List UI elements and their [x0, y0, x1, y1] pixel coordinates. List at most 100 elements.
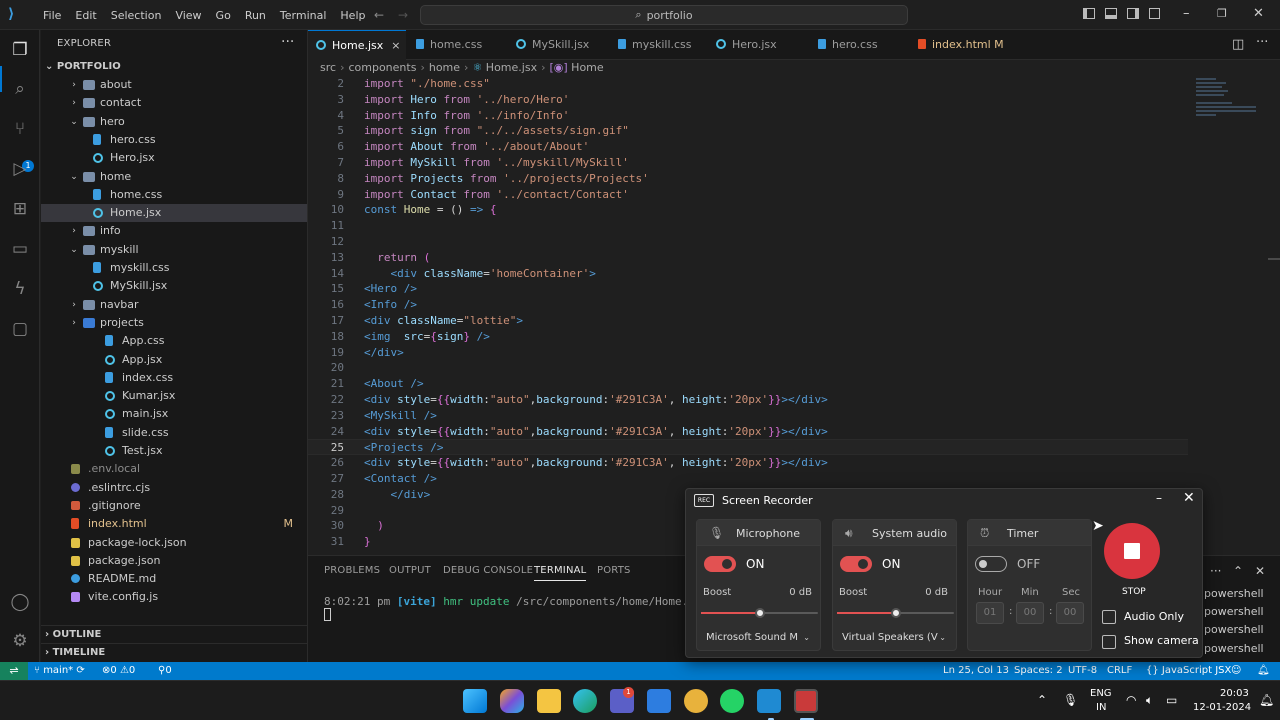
code-line[interactable]: 6 import About from '../about/About'	[308, 139, 1188, 155]
tab-hero-jsx[interactable]: Hero.jsx	[708, 30, 808, 60]
code-line[interactable]: 5 import sign from "../../assets/sign.gif…	[308, 123, 1188, 139]
arrow-right-icon[interactable]: →	[398, 8, 408, 22]
minimize-window-icon[interactable]: –	[1183, 6, 1190, 21]
show-camera-checkbox[interactable]	[1102, 635, 1116, 649]
tree-item[interactable]: ⌄ hero	[41, 113, 307, 131]
cursor-position[interactable]: Ln 25, Col 13	[943, 665, 1009, 676]
menu-help[interactable]: Help	[333, 9, 372, 22]
clock-time[interactable]: 20:03	[1220, 688, 1249, 699]
tree-item[interactable]: .gitignore	[41, 497, 307, 515]
copilot-status-icon[interactable]: ☺	[1231, 665, 1241, 676]
tree-item[interactable]: index.html M	[41, 515, 307, 533]
tree-item[interactable]: package-lock.json	[41, 534, 307, 552]
tree-item[interactable]: › projects	[41, 314, 307, 332]
indentation[interactable]: Spaces: 2	[1014, 665, 1063, 676]
close-icon[interactable]: ×	[391, 39, 400, 52]
code-line[interactable]: 14 <div className='homeContainer'>	[308, 266, 1188, 282]
code-editor[interactable]: 2 import "./home.css" 3 import Hero from '.…	[308, 76, 1280, 554]
manage-gear-icon[interactable]: ⚙	[9, 630, 31, 652]
code-line[interactable]: 27 <Contact />	[308, 471, 1188, 487]
battery-icon[interactable]: ▭	[1166, 693, 1177, 707]
tree-item[interactable]: hero.css	[41, 131, 307, 149]
panel-tab-debug-console[interactable]: DEBUG CONSOLE	[443, 565, 533, 576]
terminal-instance[interactable]: powershell	[1204, 587, 1264, 600]
microphone-tray-icon[interactable]: 🎙︎	[1063, 693, 1078, 707]
volume-icon[interactable]: 🔈︎	[1146, 693, 1153, 708]
encoding[interactable]: UTF-8	[1068, 665, 1097, 676]
windows-start-icon[interactable]	[463, 689, 487, 713]
code-line[interactable]: 12	[308, 234, 1188, 250]
line-ending[interactable]: CRLF	[1107, 665, 1132, 676]
menu-selection[interactable]: Selection	[104, 9, 169, 22]
system-audio-toggle[interactable]	[840, 556, 872, 572]
code-line[interactable]: 3 import Hero from '../hero/Hero'	[308, 92, 1188, 108]
more-actions-icon[interactable]: ···	[1256, 35, 1268, 50]
code-line[interactable]: 7 import MySkill from '../myskill/MySkill…	[308, 155, 1188, 171]
toggle-panel-icon[interactable]	[1105, 8, 1117, 19]
timeline-header[interactable]: › TIMELINE	[41, 643, 308, 661]
chevron-down-icon[interactable]: ⌄	[803, 633, 810, 642]
panel-tab-ports[interactable]: PORTS	[597, 565, 631, 576]
code-line[interactable]: 21 <About />	[308, 376, 1188, 392]
tab-home-jsx[interactable]: Home.jsx ×	[308, 30, 406, 60]
more-actions-icon[interactable]: ···	[281, 34, 294, 50]
menu-file[interactable]: File	[36, 9, 68, 22]
tree-item[interactable]: Kumar.jsx	[41, 387, 307, 405]
chevron-right-icon[interactable]: ›	[69, 94, 79, 112]
tree-item[interactable]: slide.css	[41, 424, 307, 442]
minute-input[interactable]: 00	[1016, 602, 1044, 624]
breadcrumb-symbol[interactable]: Home	[571, 61, 603, 74]
tree-item[interactable]: › info	[41, 222, 307, 240]
language-mode[interactable]: {} JavaScript JSX	[1146, 665, 1231, 676]
stop-recording-button[interactable]	[1104, 523, 1160, 579]
terminal-instance[interactable]: powershell	[1204, 623, 1264, 636]
microsoft-store-icon[interactable]	[647, 689, 671, 713]
chevron-down-icon[interactable]: ⌄	[69, 168, 79, 186]
code-line[interactable]: 18 <img src={sign} />	[308, 329, 1188, 345]
code-line[interactable]: 2 import "./home.css"	[308, 76, 1188, 92]
code-line[interactable]: 19 </div>	[308, 345, 1188, 361]
tab-hero-css[interactable]: hero.css	[810, 30, 910, 60]
code-line[interactable]: 22 <div style={{width:"auto",background:'…	[308, 392, 1188, 408]
chevron-right-icon[interactable]: ›	[69, 76, 79, 94]
minimize-icon[interactable]: –	[1156, 491, 1162, 505]
notification-center-icon[interactable]: 🔔︎	[1259, 693, 1274, 707]
tree-item[interactable]: index.css	[41, 369, 307, 387]
panel-tab-output[interactable]: OUTPUT	[389, 565, 431, 576]
menu-go[interactable]: Go	[209, 9, 238, 22]
tree-item[interactable]: home.css	[41, 186, 307, 204]
breadcrumb-file[interactable]: Home.jsx	[486, 61, 537, 74]
clock-date[interactable]: 12-01-2024	[1193, 702, 1251, 713]
source-control-icon[interactable]: ⑂	[9, 118, 31, 140]
slider-handle[interactable]	[890, 608, 901, 618]
explorer-icon[interactable]: ❐	[9, 39, 31, 61]
project-root-header[interactable]: ⌄ PORTFOLIO	[41, 58, 308, 76]
tree-item[interactable]: App.jsx	[41, 351, 307, 369]
second-input[interactable]: 00	[1056, 602, 1084, 624]
slider-handle[interactable]	[754, 608, 765, 618]
chevron-down-icon[interactable]: ⌄	[69, 241, 79, 259]
code-line[interactable]: 16 <Info />	[308, 297, 1188, 313]
screen-recorder-icon[interactable]	[794, 689, 818, 713]
more-actions-icon[interactable]: ···	[1210, 564, 1221, 578]
tree-item[interactable]: Home.jsx	[41, 204, 307, 223]
boost-slider[interactable]	[701, 608, 818, 618]
audio-only-checkbox[interactable]	[1102, 610, 1116, 624]
chat-icon[interactable]: ▢	[9, 318, 31, 340]
chevron-right-icon[interactable]: ›	[69, 222, 79, 240]
breadcrumb-src[interactable]: src	[320, 61, 336, 74]
chevron-right-icon[interactable]: ›	[69, 296, 79, 314]
language-indicator-1[interactable]: ENG	[1090, 688, 1112, 699]
tree-item[interactable]: .eslintrc.cjs	[41, 479, 307, 497]
tree-item[interactable]: .env.local	[41, 460, 307, 478]
code-line[interactable]: 24 <div style={{width:"auto",background:'…	[308, 424, 1188, 440]
edge-browser-icon[interactable]	[573, 689, 597, 713]
timer-toggle[interactable]	[975, 556, 1007, 572]
account-icon[interactable]: ◯	[9, 591, 31, 613]
tab-myskill-jsx[interactable]: MySkill.jsx	[508, 30, 608, 60]
tree-item[interactable]: App.css	[41, 332, 307, 350]
tree-item[interactable]: myskill.css	[41, 259, 307, 277]
tree-item[interactable]: › about	[41, 76, 307, 94]
toggle-secondary-sidebar-icon[interactable]	[1127, 8, 1139, 19]
close-window-icon[interactable]: ✕	[1253, 6, 1264, 21]
